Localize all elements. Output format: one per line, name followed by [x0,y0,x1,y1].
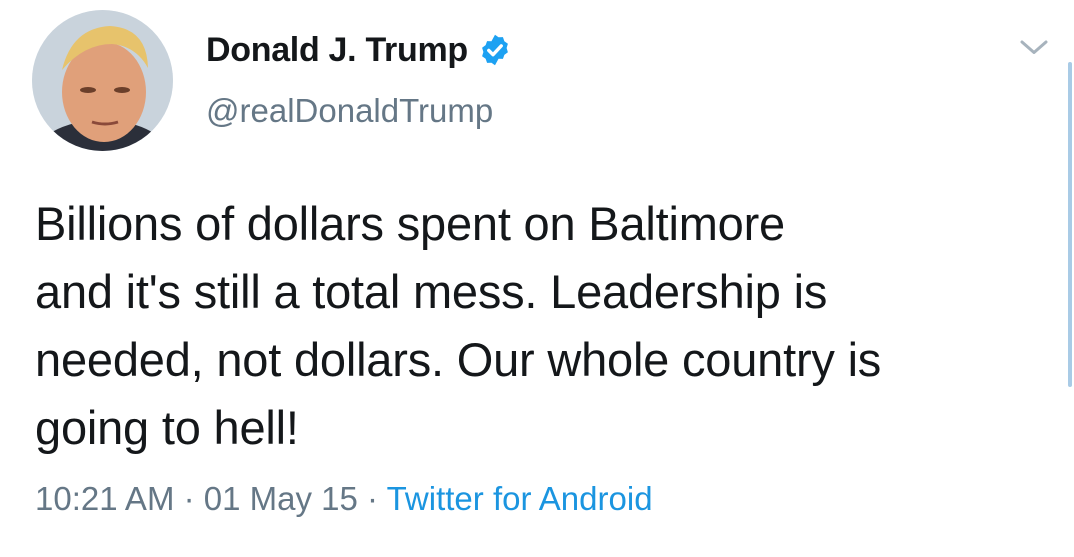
display-name-row[interactable]: Donald J. Trump [206,28,512,72]
tweet-date[interactable]: 01 May 15 [204,480,358,517]
tweet-text: Billions of dollars spent on Baltimore a… [35,190,1035,462]
tweet-time[interactable]: 10:21 AM [35,480,174,517]
avatar[interactable] [32,10,173,151]
avatar-portrait [32,10,173,151]
tweet-source-link[interactable]: Twitter for Android [387,480,653,517]
chevron-down-icon[interactable] [1016,30,1052,66]
tweet-text-line: Billions of dollars spent on Baltimore [35,197,785,250]
tweet-text-line: needed, not dollars. Our whole country i… [35,333,882,386]
meta-separator: · [357,480,387,517]
meta-separator: · [174,480,204,517]
scrollbar[interactable] [1068,62,1072,387]
display-name[interactable]: Donald J. Trump [206,31,468,70]
tweet-text-line: going to hell! [35,401,299,454]
verified-badge-icon [478,33,512,67]
tweet-meta: 10:21 AM · 01 May 15 · Twitter for Andro… [35,480,653,518]
user-handle[interactable]: @realDonaldTrump [206,92,493,130]
tweet-text-line: and it's still a total mess. Leadership … [35,265,828,318]
